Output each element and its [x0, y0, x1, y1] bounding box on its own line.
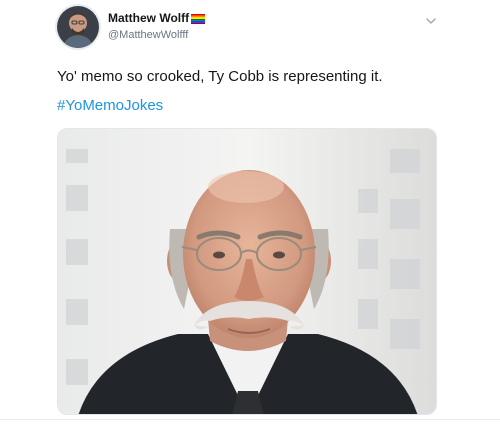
avatar-image: [57, 6, 99, 48]
portrait-image: [58, 129, 436, 414]
tweet-photo[interactable]: [57, 128, 437, 415]
display-name[interactable]: Matthew Wolff: [108, 11, 206, 25]
display-name-text: Matthew Wolff: [108, 11, 190, 25]
tweet-text: Yo' memo so crooked, Ty Cobb is represen…: [57, 68, 383, 85]
avatar[interactable]: [57, 6, 99, 48]
rainbow-flag-icon: [191, 14, 206, 24]
hashtag-link[interactable]: #YoMemoJokes: [57, 97, 163, 114]
chevron-down-icon[interactable]: [424, 14, 438, 28]
tweet-card: Matthew Wolff @MatthewWolfff Yo' memo so…: [0, 0, 500, 424]
divider: [0, 419, 500, 420]
user-handle[interactable]: @MatthewWolfff: [108, 29, 188, 41]
